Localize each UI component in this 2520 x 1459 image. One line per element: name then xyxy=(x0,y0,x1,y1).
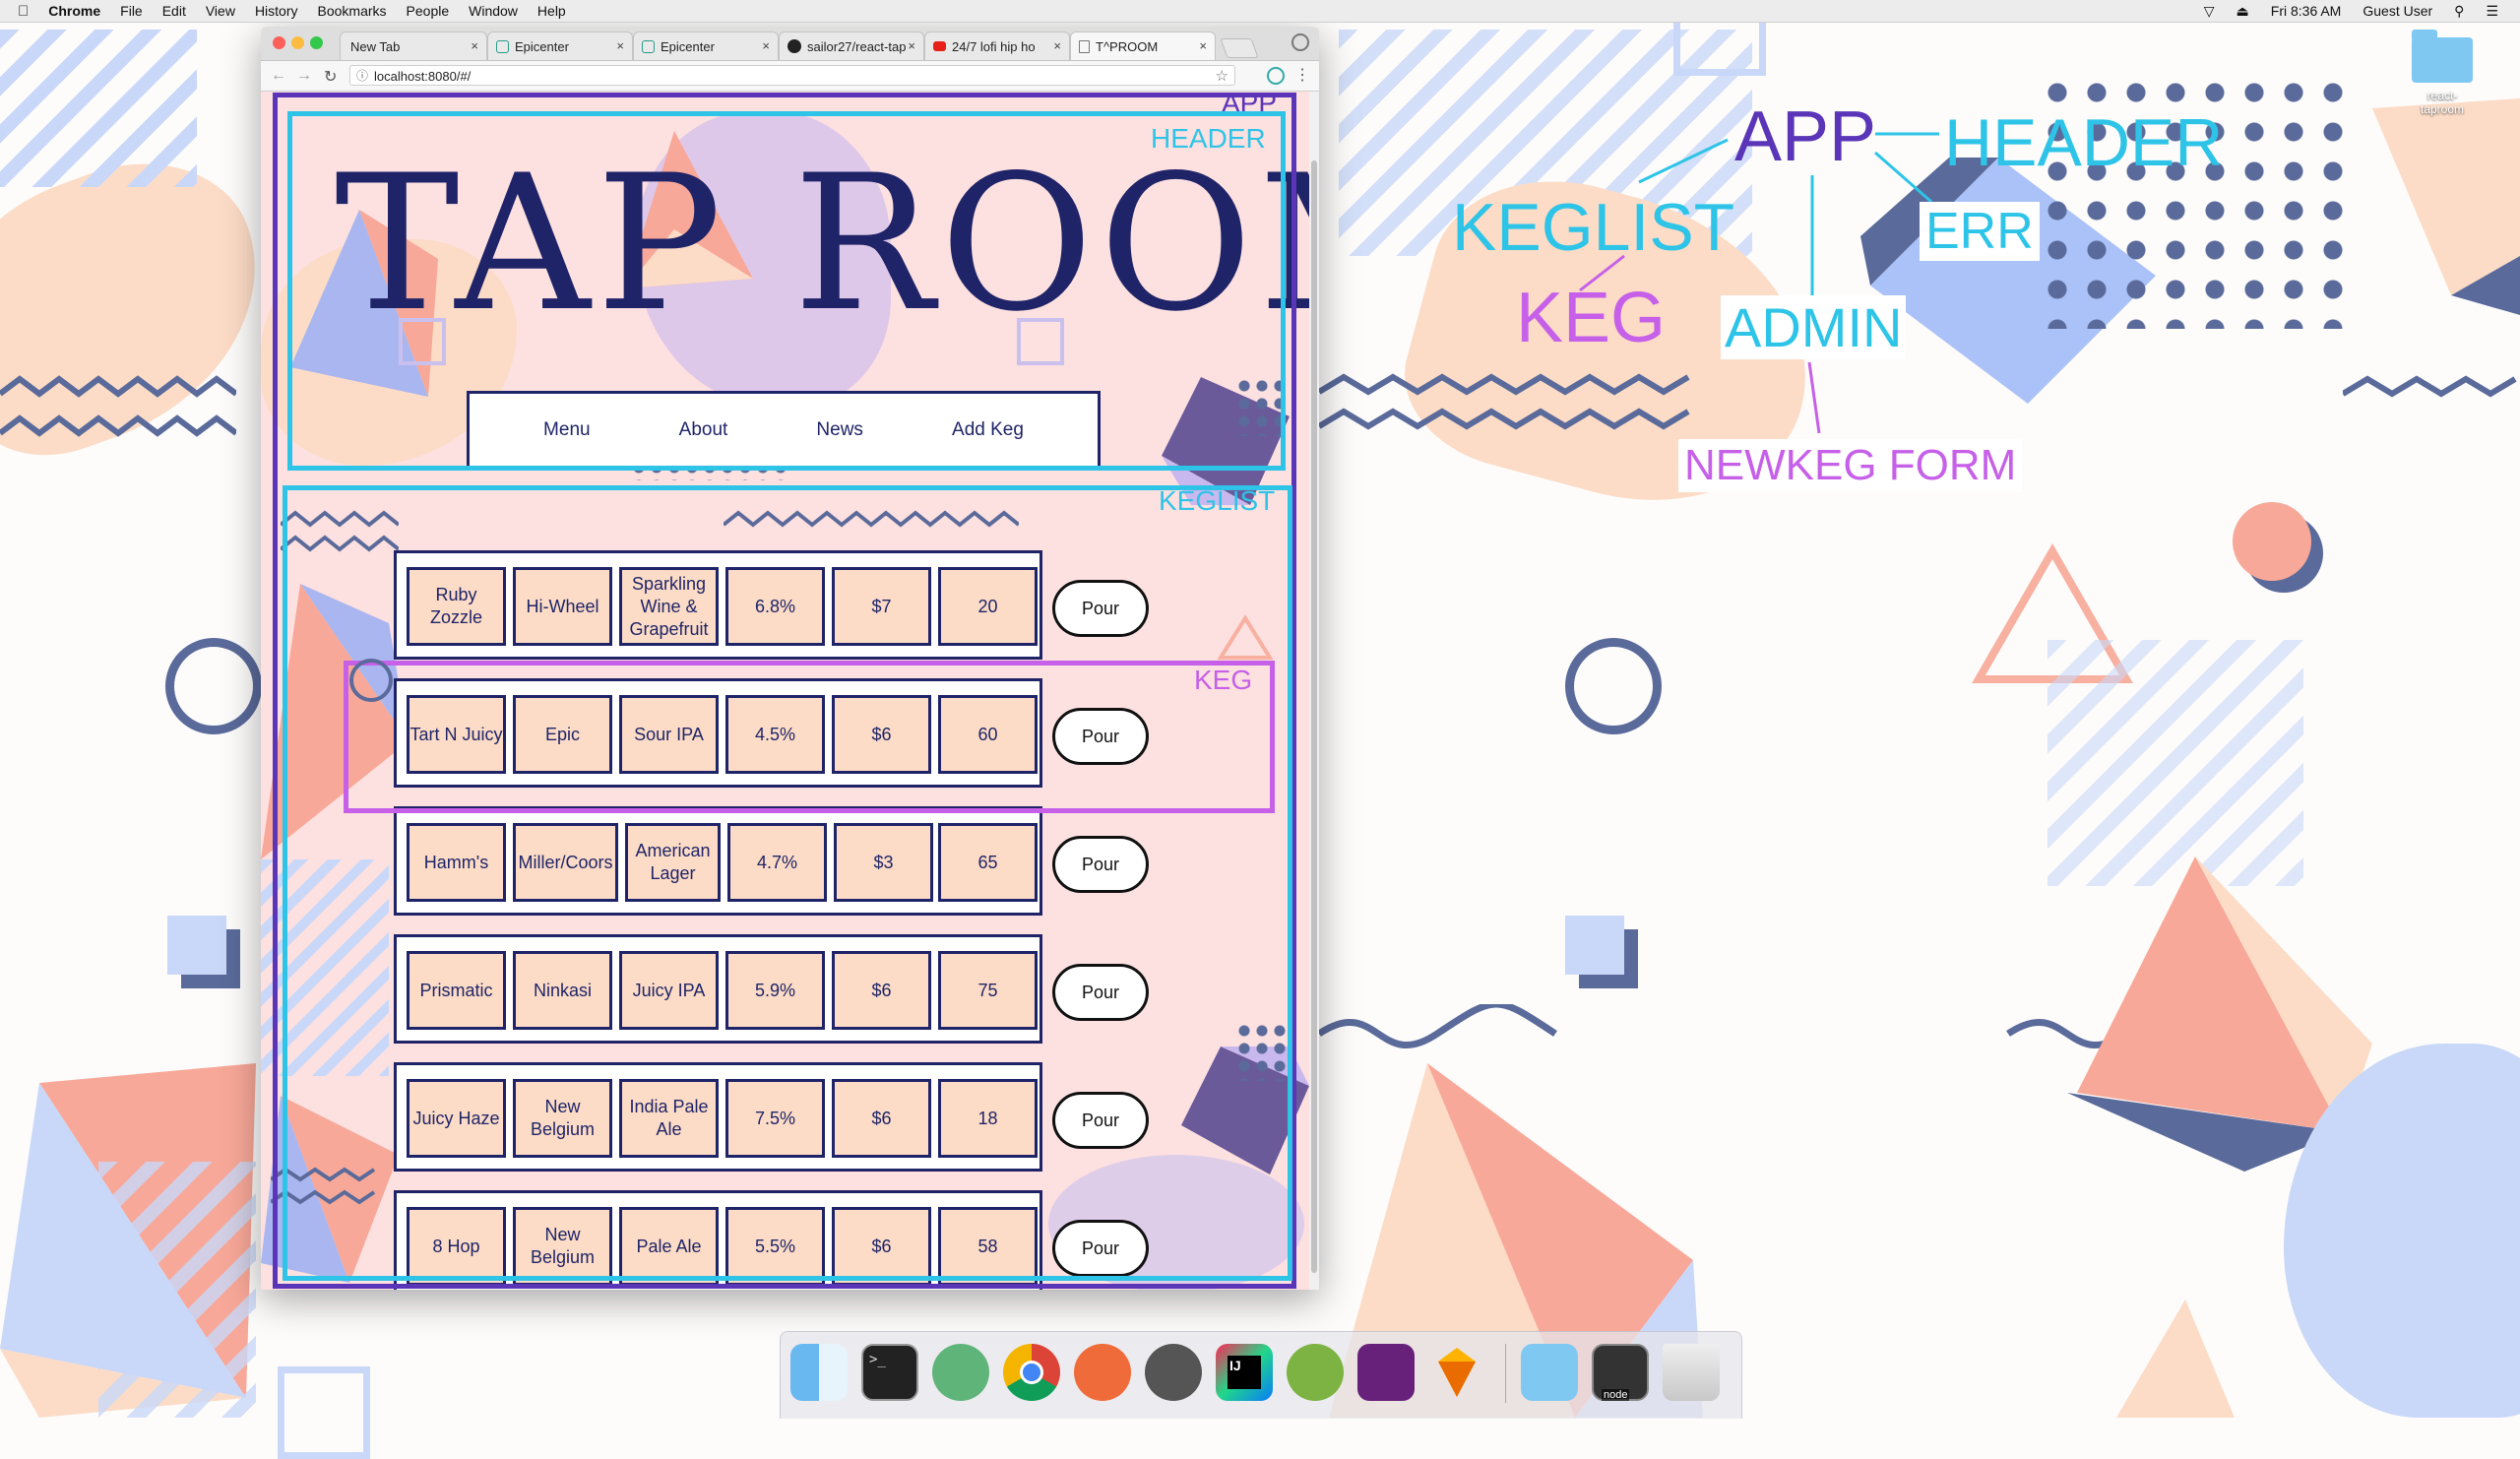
tab-epicenter-2[interactable]: Epicenter × xyxy=(633,32,779,60)
github-icon xyxy=(788,39,801,53)
notification-center-icon[interactable]: ☰ xyxy=(2486,3,2498,20)
chrome-menu-icon[interactable]: ⋮ xyxy=(1294,65,1310,85)
menu-view[interactable]: View xyxy=(206,3,235,19)
desktop-folder-label: react-taproom xyxy=(2420,89,2465,116)
tab-strip: New Tab × Epicenter × Epicenter × sailor27/… xyxy=(261,27,1319,61)
folder-icon xyxy=(2412,30,2473,83)
address-bar: ← → ↻ ⓘ localhost:8080/#/ ☆ ⋮ xyxy=(261,61,1319,92)
spotlight-icon[interactable]: ⚲ xyxy=(2454,3,2464,20)
eject-icon[interactable]: ⏏ xyxy=(2236,3,2249,20)
atom-icon[interactable] xyxy=(932,1344,989,1401)
dock: >_ IJ node xyxy=(780,1331,1742,1419)
tab-label: New Tab xyxy=(350,38,401,54)
menu-people[interactable]: People xyxy=(407,3,450,19)
keg-annotation-box xyxy=(344,661,1275,813)
info-icon[interactable]: ⓘ xyxy=(356,66,368,87)
header-annotation-box xyxy=(287,111,1286,471)
close-tab-icon[interactable]: × xyxy=(762,38,770,53)
url-text: localhost:8080/#/ xyxy=(374,69,472,84)
menu-edit[interactable]: Edit xyxy=(162,3,186,19)
minimize-window-button[interactable] xyxy=(291,36,304,49)
tab-epicenter-1[interactable]: Epicenter × xyxy=(487,32,633,60)
wifi-icon[interactable]: ▽ xyxy=(2204,3,2215,20)
keglist-annotation-box xyxy=(283,485,1292,1281)
menu-bookmarks[interactable]: Bookmarks xyxy=(318,3,387,19)
diagram-admin-label: ADMIN xyxy=(1721,295,1907,359)
chrome-icon[interactable] xyxy=(1003,1344,1060,1401)
close-tab-icon[interactable]: × xyxy=(1053,38,1061,53)
scroll-thumb[interactable] xyxy=(1311,160,1317,1273)
android-studio-icon[interactable] xyxy=(1287,1344,1344,1401)
menu-file[interactable]: File xyxy=(120,3,143,19)
maximize-window-button[interactable] xyxy=(310,36,323,49)
tab-label: sailor27/react-tap xyxy=(807,38,907,54)
diagram-keglist-label: KEGLIST xyxy=(1452,190,1735,265)
close-window-button[interactable] xyxy=(273,36,285,49)
downloads-folder-icon[interactable] xyxy=(1521,1344,1578,1401)
close-tab-icon[interactable]: × xyxy=(908,38,915,53)
dock-separator xyxy=(1505,1344,1506,1403)
tab-github[interactable]: sailor27/react-tap × xyxy=(779,32,924,60)
close-tab-icon[interactable]: × xyxy=(616,38,624,53)
diagram-newkeg-label: NEWKEG FORM xyxy=(1678,439,2023,492)
trash-icon[interactable] xyxy=(1663,1344,1720,1401)
profile-icon[interactable] xyxy=(1292,33,1309,51)
postman-icon[interactable] xyxy=(1074,1344,1131,1401)
sequel-pro-icon[interactable] xyxy=(1145,1344,1202,1401)
tab-youtube[interactable]: 24/7 lofi hip ho × xyxy=(924,32,1070,60)
close-tab-icon[interactable]: × xyxy=(471,38,478,53)
reload-icon[interactable]: ↻ xyxy=(324,67,337,87)
visual-studio-icon[interactable] xyxy=(1357,1344,1415,1401)
keg-annotation-label: KEG xyxy=(1194,665,1253,695)
diagram-app-label: APP xyxy=(1734,97,1877,176)
tab-new-tab[interactable]: New Tab × xyxy=(340,32,487,60)
forward-icon[interactable]: → xyxy=(296,67,312,85)
taproom-page: TAP ROOM Menu About News Add Keg Ruby Zo… xyxy=(261,92,1309,1290)
menu-app-name[interactable]: Chrome xyxy=(48,3,100,19)
dock-node-label: node xyxy=(1602,1389,1630,1401)
menubar-clock[interactable]: Fri 8:36 AM xyxy=(2271,3,2342,19)
tab-label: 24/7 lofi hip ho xyxy=(952,38,1036,54)
tab-label: Epicenter xyxy=(515,38,569,54)
url-input[interactable]: ⓘ localhost:8080/#/ ☆ xyxy=(349,65,1235,86)
bookmark-star-icon[interactable]: ☆ xyxy=(1216,66,1228,87)
apple-icon[interactable]:  xyxy=(18,3,29,20)
desktop-folder[interactable]: react-taproom xyxy=(2408,30,2477,116)
finder-icon[interactable] xyxy=(790,1344,848,1401)
close-tab-icon[interactable]: × xyxy=(1199,38,1207,53)
chrome-window: New Tab × Epicenter × Epicenter × sailor27/… xyxy=(261,27,1319,1290)
diagram-err-label: ERR xyxy=(1920,202,2040,261)
epicenter-icon xyxy=(496,39,509,53)
tab-label: T^PROOM xyxy=(1096,38,1159,54)
sketch-icon[interactable] xyxy=(1428,1344,1485,1401)
mac-menubar:  Chrome File Edit View History Bookmark… xyxy=(0,0,2520,23)
menu-help[interactable]: Help xyxy=(537,3,566,19)
page-icon xyxy=(1079,39,1090,53)
page-ring xyxy=(349,659,393,702)
tab-label: Epicenter xyxy=(661,38,715,54)
page-scrollbar[interactable] xyxy=(1309,92,1319,1290)
new-tab-button[interactable] xyxy=(1220,38,1259,58)
diagram-keg-label: KEG xyxy=(1516,279,1667,357)
menu-window[interactable]: Window xyxy=(469,3,518,19)
epicenter-icon xyxy=(642,39,655,53)
extension-icon[interactable] xyxy=(1267,67,1285,85)
keglist-annotation-label: KEGLIST xyxy=(1159,485,1276,516)
node-window-thumbnail[interactable]: node xyxy=(1592,1344,1649,1401)
header-annotation-label: HEADER xyxy=(1151,123,1266,154)
diagram-header-label: HEADER xyxy=(1944,105,2224,180)
intellij-icon[interactable]: IJ xyxy=(1216,1344,1273,1401)
terminal-icon[interactable]: >_ xyxy=(861,1344,918,1401)
menu-history[interactable]: History xyxy=(255,3,298,19)
youtube-icon xyxy=(933,41,946,51)
tab-taproom[interactable]: T^PROOM × xyxy=(1070,32,1216,60)
back-icon[interactable]: ← xyxy=(271,67,286,85)
menubar-user[interactable]: Guest User xyxy=(2362,3,2432,19)
